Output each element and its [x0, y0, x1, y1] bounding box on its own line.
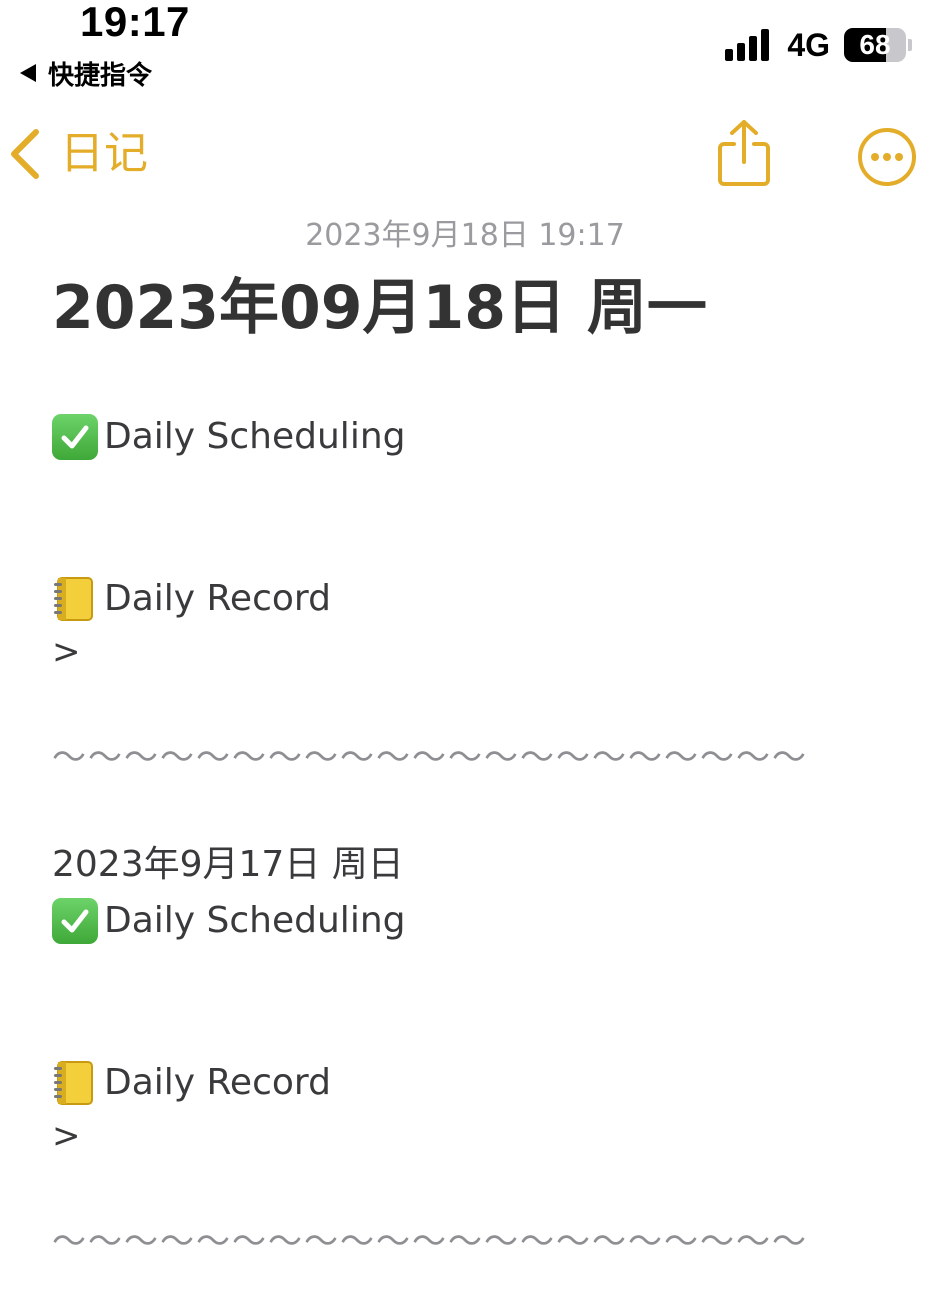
more-icon [858, 128, 916, 186]
check-mark-icon [52, 898, 98, 944]
ledger-icon [54, 577, 93, 621]
scheduling-label: Daily Scheduling [104, 416, 406, 457]
ledger-icon [54, 1061, 93, 1105]
separator-line: ～～～～～～～～～～～～～～～～～～～～～ [52, 1222, 808, 1262]
record-line[interactable]: Daily Record [52, 1060, 331, 1106]
more-button[interactable] [856, 126, 918, 192]
quote-marker: > [52, 1116, 81, 1156]
scheduling-line[interactable]: Daily Scheduling [52, 414, 405, 460]
status-time: 19:17 [80, 0, 190, 45]
battery-percent: 68 [859, 29, 891, 60]
back-app-label: 快捷指令 [48, 60, 153, 91]
record-label: Daily Record [104, 578, 331, 619]
record-line[interactable]: Daily Record [52, 576, 331, 622]
check-mark-icon [52, 414, 98, 460]
back-triangle-icon [20, 64, 36, 82]
separator-line: ～～～～～～～～～～～～～～～～～～～～～ [52, 738, 808, 778]
entry-date[interactable]: 2023年9月17日 周日 [52, 842, 404, 888]
scheduling-line[interactable]: Daily Scheduling [52, 898, 405, 944]
share-icon [718, 120, 770, 186]
network-type: 4G [787, 26, 830, 63]
cellular-signal-icon [725, 29, 773, 61]
back-button[interactable]: 日记 [8, 124, 148, 184]
note-title[interactable]: 2023年09月18日 周一 [52, 272, 707, 344]
battery-tip [908, 39, 912, 51]
status-indicators: 4G 68 [725, 26, 912, 64]
back-to-app-button[interactable]: 快捷指令 [20, 56, 153, 91]
note-timestamp: 2023年9月18日 19:17 [305, 218, 625, 253]
quote-marker: > [52, 632, 81, 672]
chevron-left-icon [11, 129, 39, 179]
back-label: 日记 [60, 128, 148, 179]
scheduling-label: Daily Scheduling [104, 900, 406, 941]
record-label: Daily Record [104, 1062, 331, 1103]
battery-icon: 68 [844, 28, 906, 62]
share-button[interactable] [716, 118, 772, 192]
